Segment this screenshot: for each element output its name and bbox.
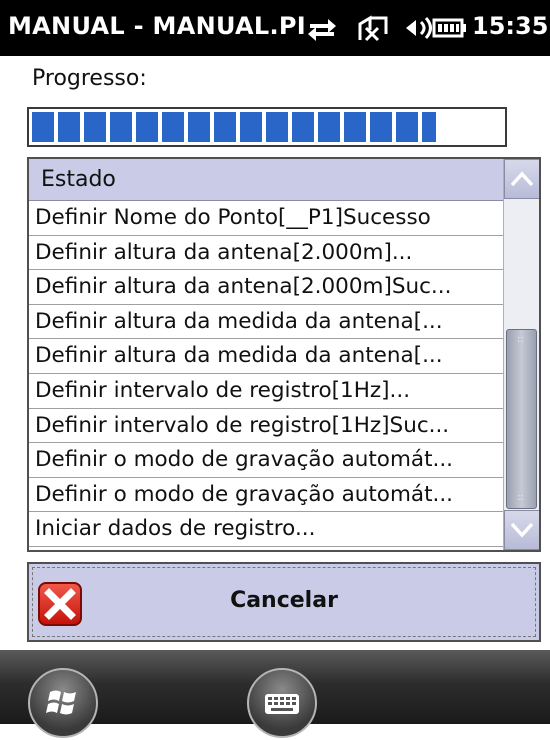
signal-off-icon[interactable] bbox=[356, 14, 390, 42]
list-item[interactable]: Definir altura da antena[2.000m]... bbox=[29, 236, 503, 271]
list-item[interactable]: Definir altura da antena[2.000m]Suc... bbox=[29, 270, 503, 305]
list-item[interactable]: Definir o modo de gravação automát... bbox=[29, 443, 503, 478]
list-item[interactable]: Iniciar dados de registro... bbox=[29, 512, 503, 547]
list-header[interactable]: Estado bbox=[29, 159, 503, 201]
windows-start-button[interactable] bbox=[28, 668, 98, 738]
battery-icon[interactable] bbox=[430, 14, 468, 42]
progress-bar-fill bbox=[32, 112, 436, 142]
grip-icon: :: bbox=[517, 334, 524, 345]
scroll-down-button[interactable] bbox=[504, 510, 539, 550]
vertical-scrollbar[interactable]: :: :: bbox=[503, 159, 539, 550]
keyboard-icon bbox=[265, 694, 299, 714]
list-item[interactable]: Definir altura da medida da antena[... bbox=[29, 339, 503, 374]
list-rows: Definir Nome do Ponto[__P1]Sucesso Defin… bbox=[29, 201, 503, 547]
cancel-button[interactable]: Cancelar bbox=[27, 562, 541, 642]
progress-label: Progresso: bbox=[32, 66, 147, 91]
list-item[interactable]: Definir intervalo de registro[1Hz]... bbox=[29, 374, 503, 409]
title-bar: MANUAL - MANUAL.PI 15:35 bbox=[0, 0, 550, 56]
keyboard-button[interactable] bbox=[247, 668, 317, 738]
list-item[interactable]: Definir altura da medida da antena[... bbox=[29, 305, 503, 340]
taskbar bbox=[0, 650, 550, 738]
window-title: MANUAL - MANUAL.PI bbox=[8, 12, 307, 40]
scrollbar-thumb[interactable]: :: :: bbox=[506, 329, 537, 509]
list-item[interactable]: Definir intervalo de registro[1Hz]Suc... bbox=[29, 409, 503, 444]
grip-icon: :: bbox=[517, 492, 524, 503]
cancel-button-label: Cancelar bbox=[230, 588, 338, 613]
scroll-up-button[interactable] bbox=[504, 159, 539, 199]
status-list[interactable]: Estado Definir Nome do Ponto[__P1]Sucess… bbox=[27, 157, 541, 552]
list-header-label: Estado bbox=[41, 167, 116, 192]
chevron-down-icon bbox=[510, 522, 534, 538]
windows-start-icon bbox=[46, 690, 76, 715]
list-item[interactable]: Definir Nome do Ponto[__P1]Sucesso bbox=[29, 201, 503, 236]
list-item[interactable]: Definir o modo de gravação automát... bbox=[29, 478, 503, 513]
connectivity-icon[interactable] bbox=[304, 14, 340, 42]
progress-bar bbox=[27, 107, 507, 147]
clock: 15:35 bbox=[472, 12, 549, 40]
chevron-up-icon bbox=[510, 171, 534, 187]
